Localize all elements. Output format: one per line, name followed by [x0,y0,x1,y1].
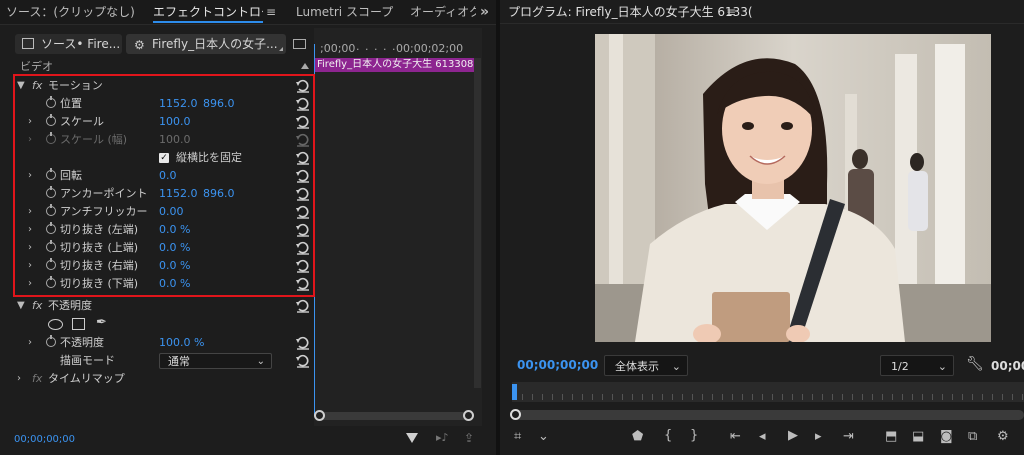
zoom-handle-right[interactable] [463,410,474,421]
source-chip-icon [22,38,34,49]
chevron-down-icon: ⌄ [671,360,681,373]
add-marker-icon[interactable]: ⬟ [632,429,643,444]
settings-icon[interactable]: ⚙ [997,429,1009,444]
chevron-right-icon[interactable]: › [28,334,40,352]
sequence-chip-label: Firefly_日本人の女子... [152,37,278,51]
sequence-chip-icon: ⚙ [134,38,145,52]
step-forward-icon[interactable]: ▸ [815,429,822,444]
panel-toggle-icon[interactable] [293,39,306,49]
tab-audio[interactable]: オーディオク [410,0,476,24]
zoom-select[interactable]: 全体表示 ⌄ [604,355,688,376]
opacity-header-label: 不透明度 [48,299,92,312]
reset-icon[interactable] [296,299,310,313]
mark-out-icon[interactable]: } [690,428,698,443]
timeline-scrollbar[interactable] [474,58,481,388]
play-audio-icon[interactable]: ▸♪ [436,431,449,444]
lift-icon[interactable]: ⬒ [885,429,897,444]
source-clip-chip[interactable]: ソース• Fire... [15,34,122,54]
filter-icon[interactable] [406,433,418,443]
rectangle-mask-icon[interactable] [72,318,85,330]
chevron-down-icon: ⌄ [256,356,265,367]
timeline-clip[interactable]: Firefly_日本人の女子大生 613308... [314,58,480,72]
sequence-clip-chip[interactable]: ⚙ Firefly_日本人の女子... [126,34,286,54]
fx-icon: fx [32,299,43,312]
camera-icon[interactable]: ◙ [940,429,953,444]
monitor-scroll-handle[interactable] [510,409,521,420]
reset-icon[interactable] [296,354,310,368]
go-to-out-icon[interactable]: ⇥ [843,429,854,444]
timeline-zoom-bar[interactable] [318,412,470,420]
fx-icon: fx [32,372,43,385]
opacity-effect-row[interactable]: ▼ fx 不透明度 [14,297,314,315]
opacity-value-row[interactable]: › 不透明度 100.0 % [14,334,314,352]
export-icon[interactable]: ⇪ [464,431,474,445]
blend-mode-row[interactable]: 描画モード 通常 ⌄ [14,352,314,370]
time-remap-row[interactable]: › fx タイムリマップ [14,370,314,388]
timeline-ruler-dots: . . . . . [356,40,397,53]
mask-tools: ✒ [48,315,118,333]
ellipse-mask-icon[interactable] [48,319,63,330]
pen-mask-icon[interactable]: ✒ [96,315,107,330]
highlight-box [13,74,315,297]
monitor-scroll-track[interactable] [512,410,1024,420]
chevron-right-icon[interactable]: › [17,370,29,388]
video-image [595,34,991,342]
resolution-select-value: 1/2 [891,360,909,373]
monitor-playhead[interactable] [512,384,517,400]
program-video-frame [595,34,991,342]
tab-lumetri-scopes[interactable]: Lumetri スコープ [296,0,393,24]
resolution-select[interactable]: 1/2 ⌄ [880,355,954,376]
blend-mode-value: 通常 [168,355,190,368]
chevron-down-icon[interactable]: ▼ [17,297,29,315]
tab-effect-controls[interactable]: エフェクトコントロー [153,0,263,24]
mini-timeline [314,28,482,426]
monitor-ruler[interactable] [512,382,1024,402]
chevron-down-icon: ⌄ [937,360,947,373]
program-menu-icon[interactable]: ≡ [726,0,736,24]
program-tab-underline [500,23,1024,24]
chip-corner-icon [279,47,283,51]
tab-overflow-icon[interactable]: » [480,0,489,24]
step-back-icon[interactable]: ◂ [759,429,766,444]
video-header: ビデオ [20,60,53,73]
program-title[interactable]: プログラム: Firefly_日本人の女子大生 6133( [508,0,753,24]
footer-timecode[interactable]: 00;00;00;00 [14,434,75,445]
monitor-ruler-ticks [512,394,1024,400]
stopwatch-icon[interactable] [46,335,56,347]
zoom-select-value: 全体表示 [615,360,659,373]
program-right-timecode: 00;00; [991,359,1024,373]
go-to-in-icon[interactable]: ⇤ [730,429,741,444]
wrench-icon[interactable]: 🔧︎ [966,356,984,372]
source-chip-label: ソース• Fire... [41,37,121,51]
safe-margins-icon[interactable]: ⌗ [514,429,521,444]
collapse-up-icon[interactable] [301,63,309,69]
timeline-timecode-start: ;00;00 [320,42,356,55]
opacity-value[interactable]: 100.0 % [159,334,204,352]
timeline-ruler: ;00;00 . . . . . 00;00;02;00 [314,40,482,56]
timeline-timecode-end: 00;00;02;00 [396,42,464,55]
blend-mode-label: 描画モード [60,354,115,367]
tab-menu-icon[interactable]: ≡ [266,0,276,24]
mark-in-icon[interactable]: { [664,428,672,443]
play-icon[interactable]: ▶ [788,428,798,443]
extract-icon[interactable]: ⬓ [912,429,924,444]
reset-icon[interactable] [296,336,310,350]
zoom-handle-left[interactable] [314,410,325,421]
blend-mode-select[interactable]: 通常 ⌄ [159,353,272,369]
chevron-down-icon[interactable]: ⌄ [538,429,549,444]
comparison-view-icon[interactable]: ⧉ [968,429,977,444]
tab-source[interactable]: ソース：(クリップなし) [6,0,135,24]
opacity-value-label: 不透明度 [60,336,104,349]
program-timecode[interactable]: 00;00;00;00 [517,358,598,372]
time-remap-label: タイムリマップ [48,372,125,385]
